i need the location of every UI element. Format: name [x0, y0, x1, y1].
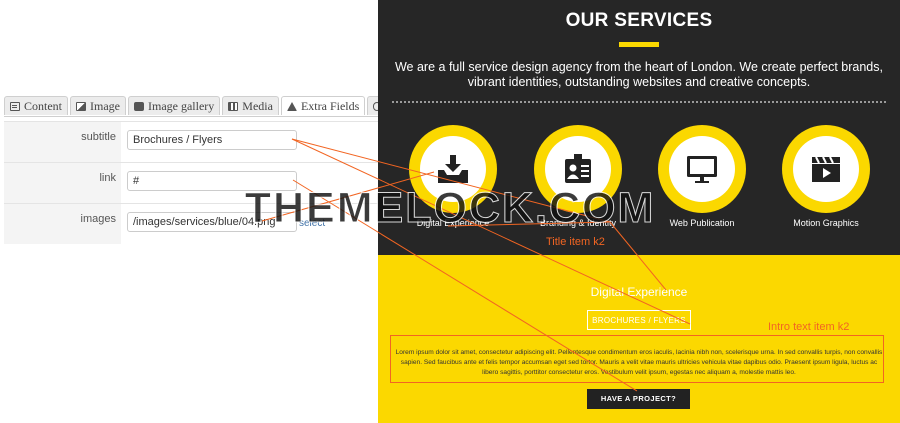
watermark-text: THEMELOCK.COM [244, 184, 656, 233]
title-item-annotation: Title item k2 [546, 236, 605, 248]
intro-text-annotation: Intro text item k2 [768, 321, 850, 333]
